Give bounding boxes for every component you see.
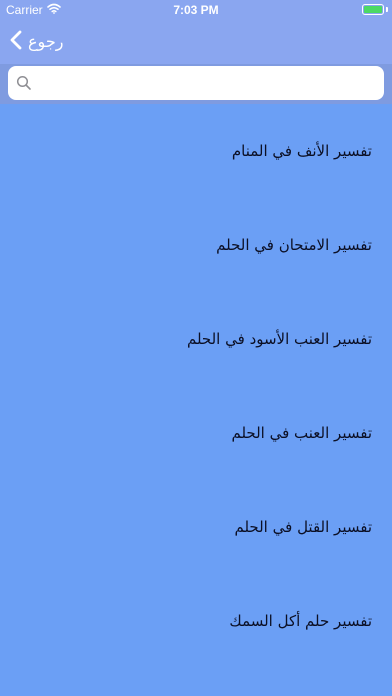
list-item-label: تفسير الامتحان في الحلم [216, 236, 372, 254]
chevron-left-icon [10, 30, 22, 54]
list-item-label: تفسير الأنف في المنام [231, 142, 372, 160]
list-item[interactable]: تفسير الامتحان في الحلم [0, 198, 392, 292]
list-item[interactable]: تفسير الأنف في المنام [0, 104, 392, 198]
search-input[interactable] [38, 66, 382, 102]
list-item[interactable]: تفسير القتل في الحلم [0, 480, 392, 574]
list-item-label: تفسير حلم أكل السمك [229, 612, 372, 630]
list-item-label: تفسير العنب الأسود في الحلم [186, 330, 372, 348]
list-item[interactable]: تفسير العنب الأسود في الحلم [0, 292, 392, 386]
search-field[interactable] [8, 66, 384, 102]
search-icon [16, 75, 32, 91]
status-bar: Carrier 7:03 PM [0, 0, 392, 20]
battery-level [364, 6, 382, 13]
back-button[interactable]: رجوع [10, 29, 63, 55]
battery-icon [362, 4, 384, 15]
navigation-bar: رجوع [0, 20, 392, 64]
search-bar [0, 64, 392, 104]
battery-tip [386, 7, 388, 12]
list-item[interactable]: تفسير العنب في الحلم [0, 386, 392, 480]
list-item[interactable]: تفسير حلم أكل السمك [0, 574, 392, 668]
status-time: 7:03 PM [173, 3, 219, 17]
list-item-label: تفسير القتل في الحلم [234, 518, 372, 536]
list-item-label: تفسير العنب في الحلم [231, 424, 372, 442]
back-label: رجوع [28, 32, 64, 51]
topics-list: تفسير الأنف في المنام تفسير الامتحان في … [0, 104, 392, 668]
